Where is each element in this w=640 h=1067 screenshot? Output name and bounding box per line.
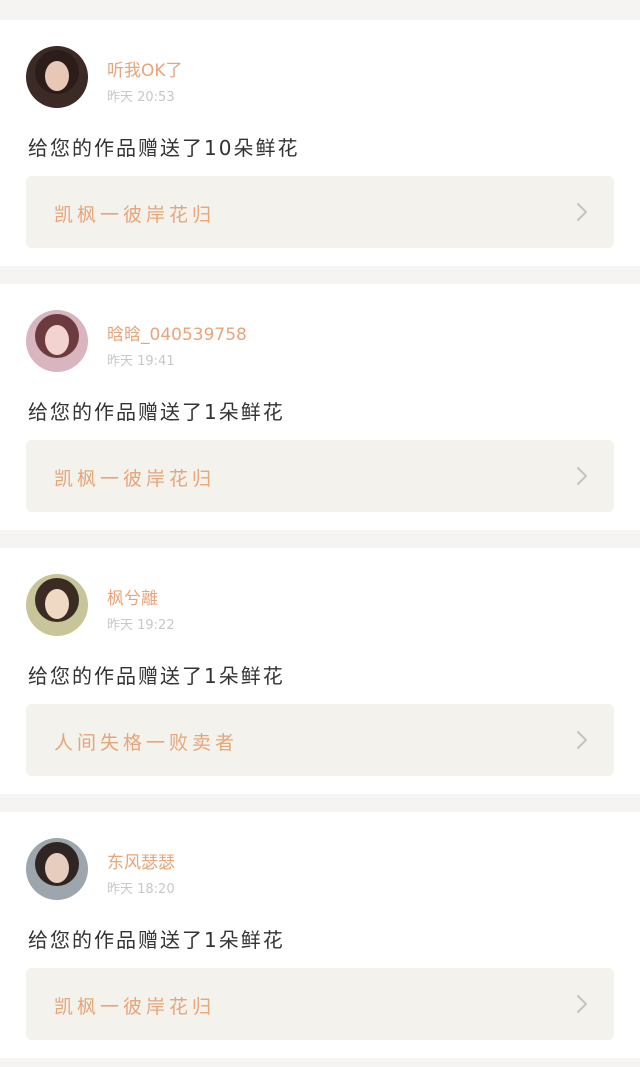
- chevron-right-icon: [577, 731, 587, 749]
- avatar[interactable]: [26, 838, 88, 900]
- avatar-face: [45, 589, 69, 619]
- work-title: 人间失格一败卖者: [54, 732, 239, 754]
- username[interactable]: 枫兮離: [107, 584, 158, 609]
- gift-message: 给您的作品赠送了10朵鲜花: [28, 136, 300, 160]
- work-title: 凯枫一彼岸花归: [54, 468, 216, 490]
- work-link[interactable]: 人间失格一败卖者: [26, 704, 614, 776]
- work-link[interactable]: 凯枫一彼岸花归: [26, 968, 614, 1040]
- avatar-face: [45, 325, 69, 355]
- work-title: 凯枫一彼岸花归: [54, 996, 216, 1018]
- username[interactable]: 听我OK了: [107, 56, 183, 81]
- notification-card: 东风瑟瑟 昨天 18:20 给您的作品赠送了1朵鲜花 凯枫一彼岸花归: [0, 812, 640, 1058]
- timestamp: 昨天 19:41: [107, 354, 175, 369]
- avatar[interactable]: [26, 310, 88, 372]
- avatar-face: [45, 853, 69, 883]
- notification-card: 听我OK了 昨天 20:53 给您的作品赠送了10朵鲜花 凯枫一彼岸花归: [0, 20, 640, 266]
- chevron-right-icon: [577, 467, 587, 485]
- gift-message: 给您的作品赠送了1朵鲜花: [28, 400, 285, 424]
- notification-card: 晗晗_040539758 昨天 19:41 给您的作品赠送了1朵鲜花 凯枫一彼岸…: [0, 284, 640, 530]
- chevron-right-icon: [577, 995, 587, 1013]
- avatar-face: [45, 61, 69, 91]
- timestamp: 昨天 18:20: [107, 882, 175, 897]
- chevron-right-icon: [577, 203, 587, 221]
- avatar[interactable]: [26, 46, 88, 108]
- notification-feed: 听我OK了 昨天 20:53 给您的作品赠送了10朵鲜花 凯枫一彼岸花归 晗晗_…: [0, 0, 640, 1067]
- avatar[interactable]: [26, 574, 88, 636]
- username[interactable]: 东风瑟瑟: [107, 848, 175, 873]
- timestamp: 昨天 20:53: [107, 90, 175, 105]
- username[interactable]: 晗晗_040539758: [107, 320, 247, 345]
- work-title: 凯枫一彼岸花归: [54, 204, 216, 226]
- notification-card: 枫兮離 昨天 19:22 给您的作品赠送了1朵鲜花 人间失格一败卖者: [0, 548, 640, 794]
- work-link[interactable]: 凯枫一彼岸花归: [26, 440, 614, 512]
- timestamp: 昨天 19:22: [107, 618, 175, 633]
- gift-message: 给您的作品赠送了1朵鲜花: [28, 664, 285, 688]
- gift-message: 给您的作品赠送了1朵鲜花: [28, 928, 285, 952]
- work-link[interactable]: 凯枫一彼岸花归: [26, 176, 614, 248]
